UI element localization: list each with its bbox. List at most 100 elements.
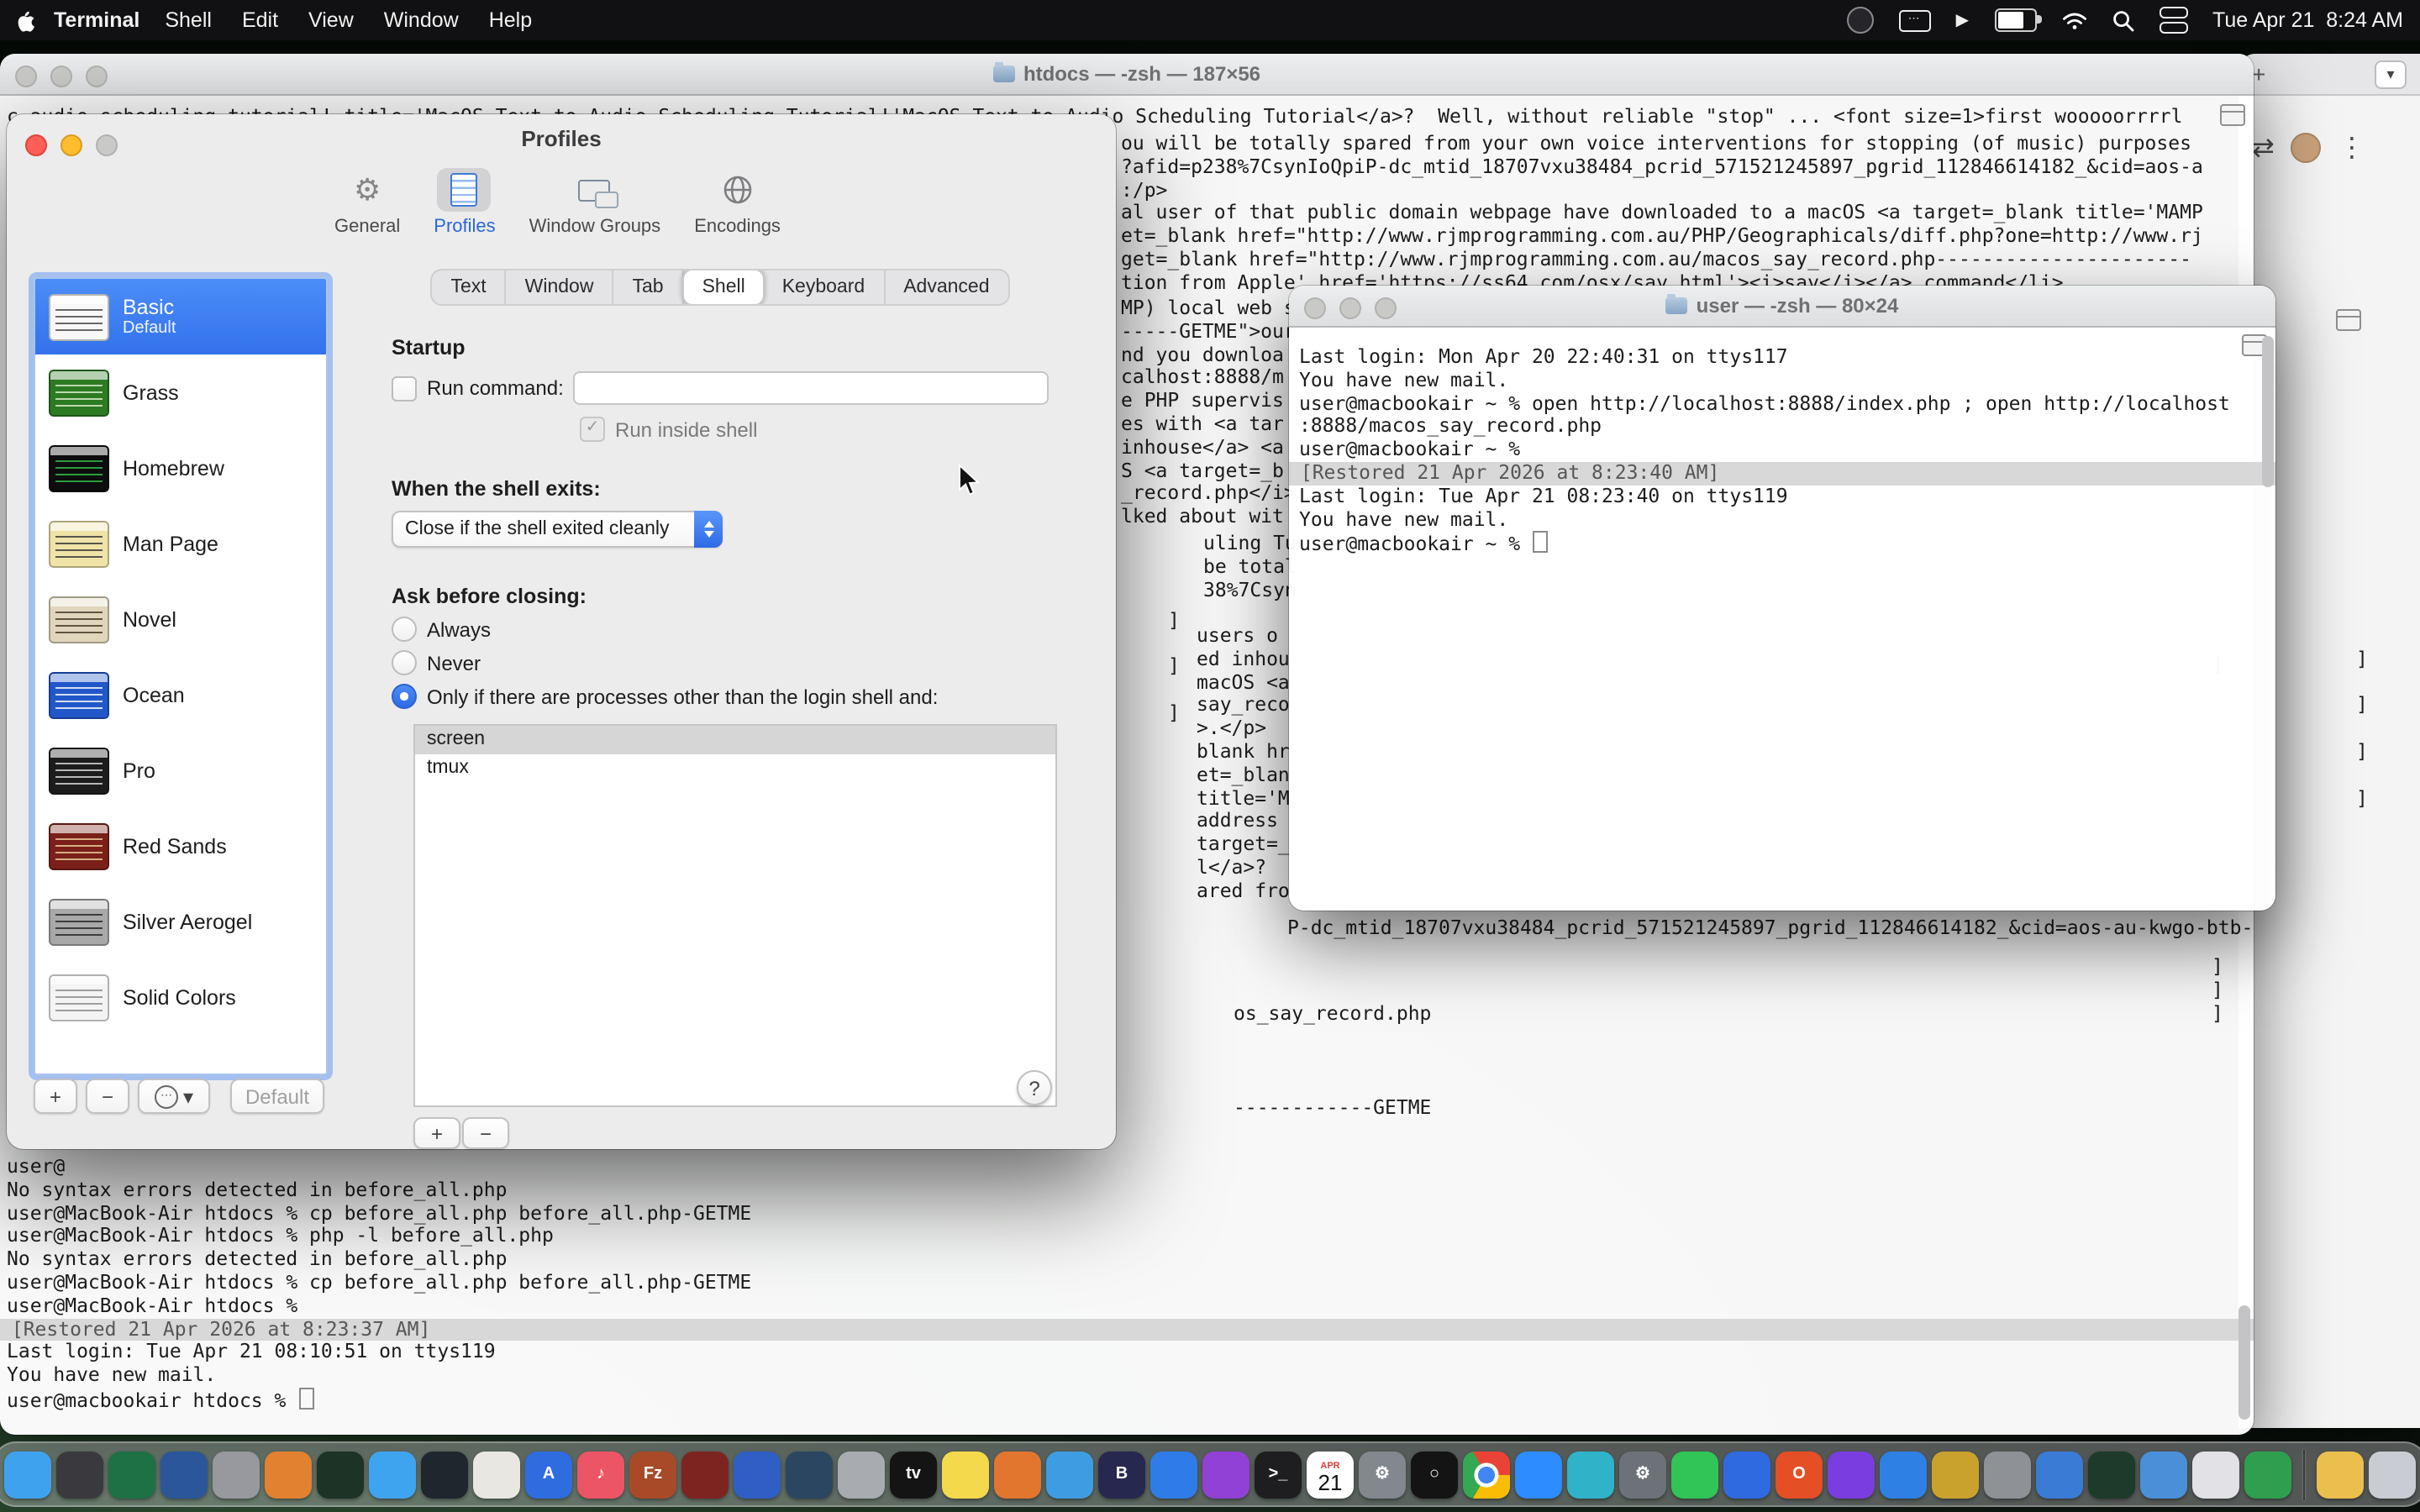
radio-button[interactable] [392, 684, 417, 709]
dock-icon-terminal[interactable]: >_ [1255, 1451, 1302, 1498]
dock-icon-clock[interactable]: ○ [1411, 1451, 1458, 1498]
process-row-screen[interactable]: screen [415, 726, 1055, 754]
avatar[interactable] [2291, 133, 2322, 163]
dock-icon-app-dark-green[interactable] [317, 1451, 364, 1498]
close-button[interactable] [15, 65, 37, 87]
dock-icon-tv[interactable]: tv [890, 1451, 937, 1498]
dock-icon-app-gear[interactable]: ⚙ [1619, 1451, 1666, 1498]
dock-icon-music[interactable]: ♪ [577, 1451, 624, 1498]
zoom-button[interactable] [1375, 297, 1397, 318]
dock-icon-app-blue-2[interactable] [1046, 1451, 1093, 1498]
dock-icon-trash[interactable] [2369, 1451, 2416, 1498]
profile-action-menu[interactable]: ⋯ ▾ [138, 1079, 210, 1114]
control-center-icon[interactable] [2159, 3, 2187, 37]
help-button[interactable]: ? [1017, 1070, 1052, 1105]
dock-icon-finder[interactable] [4, 1451, 51, 1498]
dock-icon-app-blue-3[interactable] [1723, 1451, 1770, 1498]
tab-chevron-button[interactable]: ▾ [2375, 60, 2407, 88]
dock-icon-excel[interactable] [108, 1451, 155, 1498]
tab-tab[interactable]: Tab [613, 270, 683, 304]
menu-item-edit[interactable]: Edit [242, 8, 278, 32]
profile-row-novel[interactable]: Novel [35, 581, 326, 657]
dock-icon-app-teal[interactable] [1567, 1451, 1614, 1498]
wifi-icon[interactable] [2061, 3, 2086, 37]
dock-icon-app-purple[interactable] [1828, 1451, 1875, 1498]
dock-icon-app-light[interactable] [2192, 1451, 2239, 1498]
new-tab-button[interactable]: + [2252, 60, 2265, 87]
default-button[interactable]: Default [230, 1079, 324, 1114]
dock-icon-textedit[interactable] [473, 1451, 520, 1498]
dock-icon-app-steel[interactable] [786, 1451, 833, 1498]
dock-icon-app-dark-green-2[interactable] [2088, 1451, 2135, 1498]
remove-process-button[interactable]: − [462, 1117, 509, 1149]
dock-icon-app-blue[interactable] [734, 1451, 781, 1498]
tab-text[interactable]: Text [432, 270, 506, 304]
kebab-menu-icon[interactable]: ⋮ [2338, 131, 2365, 165]
dock-icon-app-blue-4[interactable] [1880, 1451, 1927, 1498]
play-icon[interactable]: ▶ [1956, 3, 1969, 37]
dock-icon-zoom[interactable] [1515, 1451, 1562, 1498]
dock-icon-podcasts[interactable] [1202, 1451, 1249, 1498]
toolbar-item-profiles[interactable]: Profiles [434, 168, 495, 237]
tab-keyboard[interactable]: Keyboard [764, 270, 885, 304]
dock-icon-chrome[interactable] [1463, 1451, 1510, 1498]
apple-menu[interactable] [17, 3, 37, 37]
remove-profile-button[interactable]: − [86, 1079, 129, 1114]
dock-icon-safari[interactable] [369, 1451, 416, 1498]
vertical-scrollbar[interactable] [2238, 1305, 2250, 1420]
run-inside-shell-checkbox[interactable]: ✓ [580, 417, 605, 442]
dock-icon-app-gold[interactable] [1932, 1451, 1979, 1498]
dock-icon-app-silver[interactable] [838, 1451, 885, 1498]
dock-icon-app-orange-2[interactable] [994, 1451, 1041, 1498]
vertical-scrollbar[interactable] [2262, 336, 2274, 487]
profile-row-silver-aerogel[interactable]: Silver Aerogel [35, 884, 326, 959]
profile-row-basic[interactable]: BasicDefault [35, 279, 326, 354]
logi-options-icon[interactable] [1847, 7, 1874, 34]
dock-icon-app-green-2[interactable] [2244, 1451, 2291, 1498]
minimize-button[interactable] [1339, 297, 1361, 318]
radio-button[interactable] [392, 650, 417, 675]
tab-shell[interactable]: Shell [682, 269, 765, 306]
dock-icon-app-dark[interactable] [421, 1451, 468, 1498]
dock-icon-app-green[interactable] [1671, 1451, 1718, 1498]
dock-icon-app-maroon[interactable] [681, 1451, 729, 1498]
menu-item-view[interactable]: View [308, 8, 354, 32]
menu-item-help[interactable]: Help [489, 8, 532, 32]
dock-icon-notes[interactable] [942, 1451, 989, 1498]
toolbar-item-encodings[interactable]: Encodings [694, 168, 781, 237]
toolbar-item-general[interactable]: ⚙ General [334, 168, 400, 237]
swap-icon[interactable]: ⇄ [2252, 131, 2275, 165]
search-icon[interactable] [2112, 3, 2133, 37]
menu-bar-clock[interactable]: Tue Apr 21 8:24 AM [2212, 8, 2403, 32]
add-profile-button[interactable]: + [34, 1079, 77, 1114]
tab-window[interactable]: Window [507, 270, 614, 304]
dock-icon-opera[interactable]: O [1776, 1451, 1823, 1498]
dock-icon-app-gray[interactable] [213, 1451, 260, 1498]
dock-icon-app-store[interactable]: A [525, 1451, 572, 1498]
keyboard-icon[interactable]: ⋯ [1899, 9, 1931, 31]
menu-item-shell[interactable]: Shell [165, 8, 212, 32]
dock-icon-launchpad[interactable] [56, 1451, 103, 1498]
run-command-checkbox[interactable] [392, 375, 417, 401]
dock-icon-bootstrap[interactable]: B [1098, 1451, 1145, 1498]
dock-icon-downloads-folder[interactable] [2317, 1451, 2364, 1498]
zoom-button[interactable] [86, 65, 108, 87]
dock-icon-filezilla[interactable]: Fz [629, 1451, 676, 1498]
app-menu-title[interactable]: Terminal [54, 8, 139, 32]
run-command-field[interactable] [574, 371, 1049, 405]
shell-exits-popup[interactable]: Close if the shell exited cleanly [392, 511, 723, 548]
profile-row-ocean[interactable]: Ocean [35, 657, 326, 732]
profile-row-red-sands[interactable]: Red Sands [35, 808, 326, 884]
tab-advanced[interactable]: Advanced [885, 270, 1007, 304]
close-button[interactable] [1304, 297, 1326, 318]
dock-icon-app-orange[interactable] [265, 1451, 312, 1498]
radio-button[interactable] [392, 617, 417, 642]
menu-item-window[interactable]: Window [384, 8, 459, 32]
profile-row-homebrew[interactable]: Homebrew [35, 430, 326, 506]
dock-icon-system-settings[interactable]: ⚙ [1359, 1451, 1406, 1498]
process-row-tmux[interactable]: tmux [415, 754, 1055, 783]
dock-icon-app-blue-5[interactable] [2036, 1451, 2083, 1498]
profile-row-solid-colors[interactable]: Solid Colors [35, 959, 326, 1035]
profile-row-grass[interactable]: Grass [35, 354, 326, 430]
profile-row-pro[interactable]: Pro [35, 732, 326, 808]
